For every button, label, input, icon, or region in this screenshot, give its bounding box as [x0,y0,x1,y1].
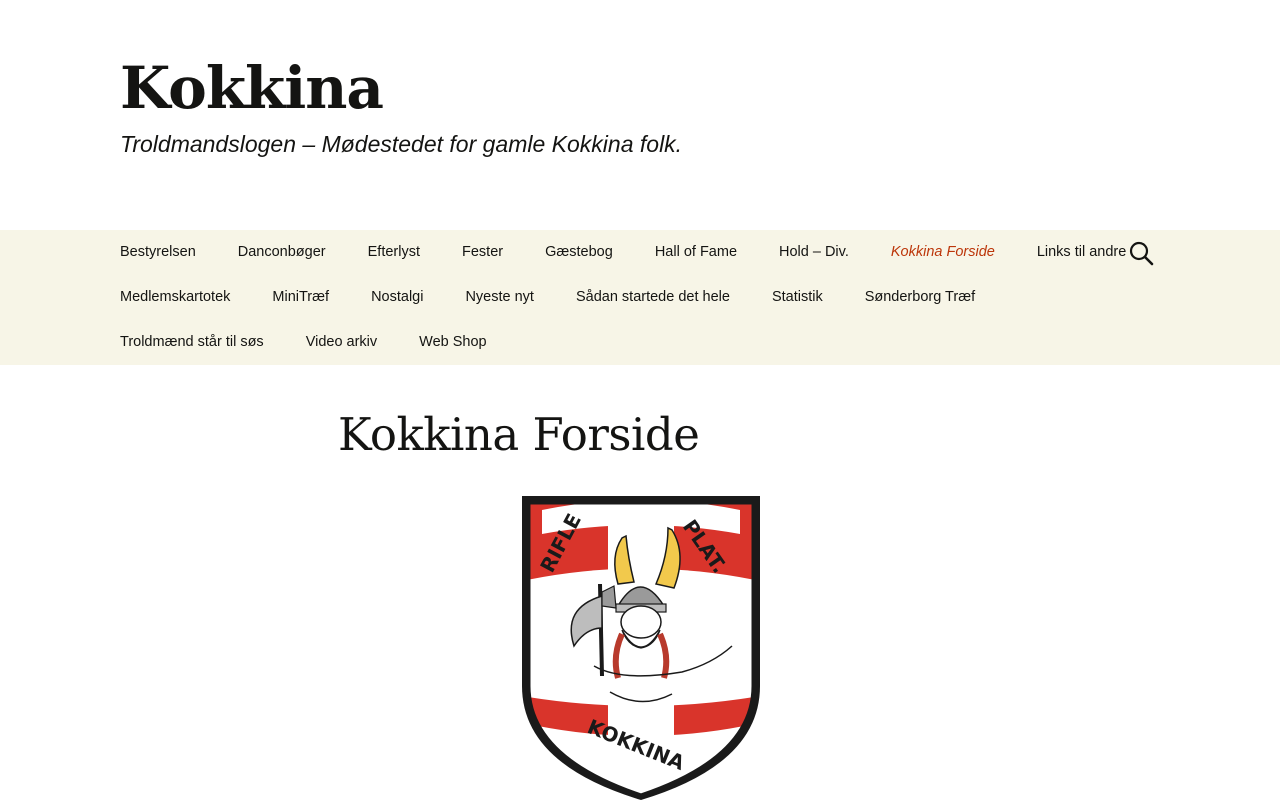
site-title[interactable]: Kokkina [120,48,384,128]
nav-item-fester[interactable]: Fester [441,230,524,275]
nav-row: Troldmænd står til søs Video arkiv Web S… [99,320,508,365]
site-tagline: Troldmandslogen – Mødestedet for gamle K… [120,131,683,157]
nav-item-nyeste-nyt[interactable]: Nyeste nyt [444,275,555,320]
nav-item-sonderborg-traef[interactable]: Sønderborg Træf [844,275,996,320]
nav-item-hold-div[interactable]: Hold – Div. [758,230,870,275]
site-header: Kokkina Troldmandslogen – Mødestedet for… [0,0,1280,230]
nav-item-kokkina-forside[interactable]: Kokkina Forside [870,230,1016,275]
search-button[interactable] [1126,238,1156,268]
nav-row: Medlemskartotek MiniTræf Nostalgi Nyeste… [99,275,996,320]
viking-shield-logo: RIFLE PLAT. KOKKINA [522,496,760,800]
nav-item-bestyrelsen[interactable]: Bestyrelsen [99,230,217,275]
nav-item-sadan-startede-det-hele[interactable]: Sådan startede det hele [555,275,751,320]
nav-item-danconboger[interactable]: Danconbøger [217,230,347,275]
search-icon [1129,241,1154,266]
nav-item-hall-of-fame[interactable]: Hall of Fame [634,230,758,275]
nav-item-nostalgi[interactable]: Nostalgi [350,275,444,320]
nav-item-video-arkiv[interactable]: Video arkiv [285,320,398,365]
page-title: Kokkina Forside [338,408,700,461]
nav-item-minitraef[interactable]: MiniTræf [251,275,350,320]
nav-row: Bestyrelsen Danconbøger Efterlyst Fester… [99,230,1147,275]
nav-item-gaestebog[interactable]: Gæstebog [524,230,634,275]
nav-item-web-shop[interactable]: Web Shop [398,320,507,365]
nav-item-efterlyst[interactable]: Efterlyst [347,230,441,275]
main-navigation: Bestyrelsen Danconbøger Efterlyst Fester… [0,230,1280,365]
nav-item-troldmaend-star-til-sos[interactable]: Troldmænd står til søs [99,320,285,365]
nav-item-statistik[interactable]: Statistik [751,275,844,320]
nav-item-medlemskartotek[interactable]: Medlemskartotek [99,275,251,320]
